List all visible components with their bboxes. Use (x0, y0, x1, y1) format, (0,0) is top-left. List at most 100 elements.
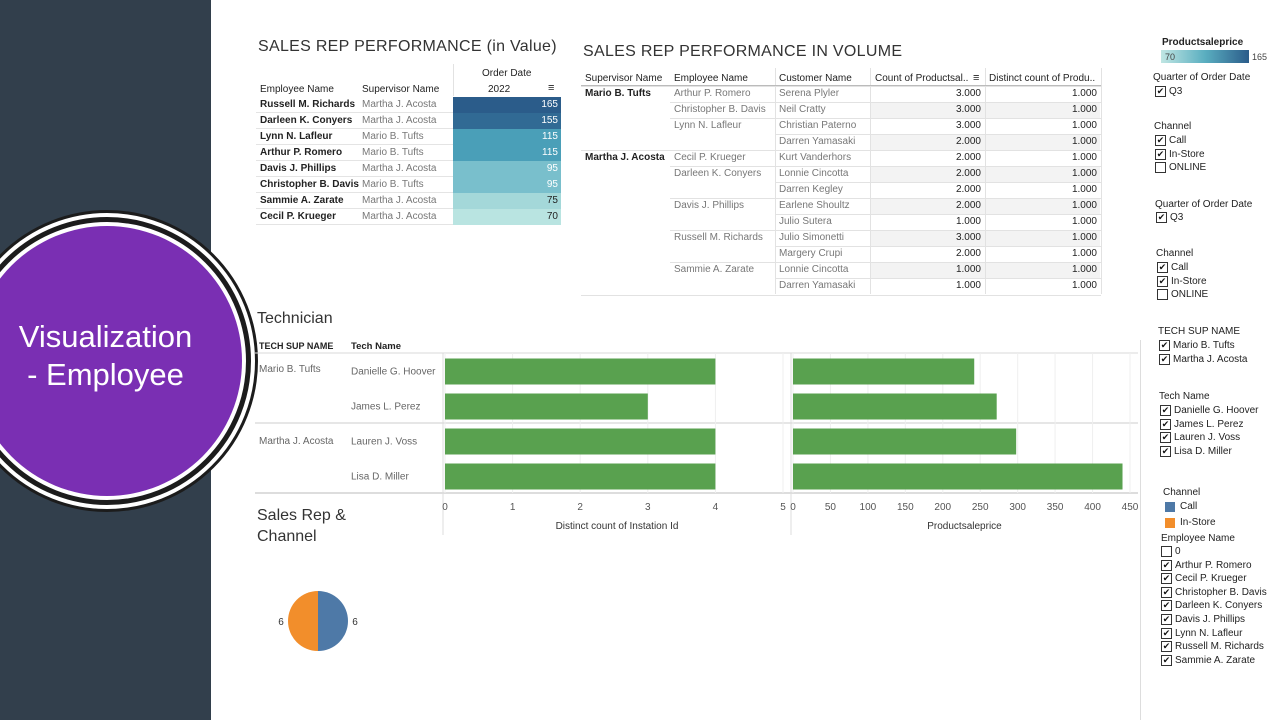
volume-count-cell: 3.000 (955, 104, 981, 115)
rep-value-supervisor: Mario B. Tufts (362, 131, 424, 142)
quarter-filter-2-q3-label: Q3 (1170, 212, 1184, 223)
channel-filter-2-in-store-checkbox[interactable]: ✔ (1157, 275, 1168, 287)
techsup-filter-item-label: Martha J. Acosta (1173, 353, 1248, 365)
rep-value-row: Lynn N. Lafleur Mario B. Tufts 115 (256, 129, 561, 145)
employee-filter-item-checkbox[interactable]: ✔ (1161, 654, 1172, 666)
volume-column-divider (1101, 68, 1102, 294)
x-tick-label: 100 (860, 502, 877, 513)
rep-value-employee: Russell M. Richards (260, 99, 356, 110)
filter-panel-divider (1140, 340, 1141, 720)
rep-value-cell: 115 (453, 129, 561, 145)
volume-employee-cell: Arthur P. Romero (674, 88, 751, 99)
rep-value-row: Sammie A. Zarate Martha J. Acosta 75 (256, 193, 561, 209)
pie-slice-call[interactable] (318, 591, 348, 651)
x-tick-label: 5 (780, 502, 786, 513)
x-tick-label: 50 (825, 502, 837, 513)
rep-value-header-divider (453, 64, 454, 96)
rep-volume-col-count: Count of Productsal.. (875, 73, 969, 84)
techname-filter-item-checkbox[interactable]: ✔ (1160, 445, 1171, 457)
quarter-filter-2-q3-checkbox[interactable]: ✔ (1156, 212, 1167, 223)
employee-filter-item-checkbox[interactable]: ✔ (1161, 600, 1172, 612)
volume-customer-cell: Darren Yamasaki (779, 280, 856, 291)
rep-value-supervisor: Mario B. Tufts (362, 179, 424, 190)
sales-channel-title-line-1: Sales Rep & (257, 507, 346, 524)
channel-legend-swatch (1165, 518, 1175, 528)
volume-count-cell: 2.000 (955, 168, 981, 179)
volume-supervisor-cell: Martha J. Acosta (585, 152, 665, 163)
volume-sort-icon[interactable]: ≡ (973, 72, 979, 84)
volume-customer-cell: Serena Plyler (779, 88, 840, 99)
rep-value-employee: Darleen K. Conyers (260, 115, 353, 126)
techname-filter-item-checkbox[interactable]: ✔ (1160, 405, 1171, 416)
channel-legend-swatch (1165, 502, 1175, 512)
employee-filter-title: Employee Name (1161, 533, 1235, 544)
volume-customer-cell: Darren Yamasaki (779, 136, 856, 147)
volume-customer-cell: Earlene Shoultz (779, 200, 850, 211)
employee-filter-item-checkbox[interactable]: ✔ (1161, 627, 1172, 639)
volume-employee-cell: Russell M. Richards (674, 232, 763, 243)
volume-distinct-cell: 1.000 (1071, 216, 1097, 227)
employee-filter-item-checkbox[interactable]: ✔ (1161, 614, 1172, 625)
rep-value-cell: 95 (453, 161, 561, 177)
volume-distinct-cell: 1.000 (1071, 152, 1097, 163)
rep-value-supervisor: Martha J. Acosta (362, 115, 437, 126)
channel-legend-label: Call (1180, 501, 1198, 512)
rep-value-row: Arthur P. Romero Mario B. Tufts 115 (256, 145, 561, 161)
volume-distinct-cell: 1.000 (1071, 104, 1097, 115)
employee-filter-item-label: Christopher B. Davis (1175, 586, 1267, 598)
rep-value-col-employee: Employee Name (260, 84, 334, 95)
techsup-filter-item-checkbox[interactable]: ✔ (1159, 340, 1170, 351)
channel-filter-1-online-checkbox[interactable] (1155, 162, 1166, 173)
techsup-filter-item-checkbox[interactable]: ✔ (1159, 353, 1170, 365)
channel-filter-2-in-store-label: In-Store (1171, 275, 1207, 287)
channel-filter-1-call-checkbox[interactable]: ✔ (1155, 135, 1166, 146)
volume-customer-cell: Darren Kegley (779, 184, 843, 195)
price-legend-max: 165 (1252, 52, 1268, 62)
channel-filter-2-online-checkbox[interactable] (1157, 289, 1168, 300)
channel-filter-2-call-checkbox[interactable]: ✔ (1157, 262, 1168, 273)
rep-volume-col-employee: Employee Name (674, 73, 748, 84)
volume-column-divider (775, 68, 776, 294)
x-tick-label: 0 (442, 502, 448, 513)
volume-distinct-cell: 1.000 (1071, 120, 1097, 131)
techname-filter-item-checkbox[interactable]: ✔ (1160, 432, 1171, 443)
sort-icon[interactable]: ≡ (548, 82, 554, 94)
channel-filter-2-title: Channel (1156, 248, 1194, 259)
bar (793, 358, 975, 385)
employee-filter-item-label: Davis J. Phillips (1175, 614, 1246, 625)
rep-value-cell: 70 (453, 209, 561, 225)
rep-volume-col-distinct: Distinct count of Produ.. (989, 73, 1096, 84)
employee-filter-item-checkbox[interactable]: ✔ (1161, 573, 1172, 585)
volume-employee-cell: Darleen K. Conyers (674, 168, 762, 179)
bar (793, 428, 1017, 455)
volume-row-divider (670, 166, 1101, 167)
rep-volume-title: SALES REP PERFORMANCE IN VOLUME (583, 43, 903, 60)
quarter-filter-1-q3-checkbox[interactable]: ✔ (1155, 86, 1166, 97)
rep-value-supervisor: Martha J. Acosta (362, 211, 437, 222)
rep-volume-col-supervisor: Supervisor Name (585, 73, 663, 84)
volume-header-divider (581, 85, 1101, 86)
pie-slice-in-store[interactable] (288, 591, 318, 651)
employee-filter-item-label: 0 (1175, 546, 1181, 557)
employee-filter-item-checkbox[interactable] (1161, 546, 1172, 557)
volume-count-cell: 1.000 (955, 280, 981, 291)
employee-filter-item-checkbox[interactable]: ✔ (1161, 641, 1172, 653)
employee-filter-item-checkbox[interactable]: ✔ (1161, 559, 1172, 571)
bar (445, 463, 716, 490)
quarter-filter-1-q3-label: Q3 (1169, 86, 1183, 97)
volume-row-divider (775, 278, 1101, 279)
slide-title: Visualization - Employee (0, 318, 211, 394)
volume-employee-cell: Davis J. Phillips (674, 200, 745, 211)
rep-value-row: Davis J. Phillips Martha J. Acosta 95 (256, 161, 561, 177)
volume-distinct-cell: 1.000 (1071, 136, 1097, 147)
techname-filter-item-checkbox[interactable]: ✔ (1160, 418, 1171, 430)
bar (793, 463, 1123, 490)
volume-count-cell: 1.000 (955, 264, 981, 275)
employee-filter-item-label: Darleen K. Conyers (1175, 600, 1263, 612)
channel-filter-1-in-store-checkbox[interactable]: ✔ (1155, 148, 1166, 160)
volume-employee-cell: Sammie A. Zarate (674, 264, 755, 275)
employee-filter-item-checkbox[interactable]: ✔ (1161, 586, 1172, 598)
employee-filter-item-label: Russell M. Richards (1175, 641, 1264, 653)
rep-value-employee: Arthur P. Romero (260, 147, 343, 158)
channel-filter-1-call-label: Call (1169, 135, 1187, 146)
